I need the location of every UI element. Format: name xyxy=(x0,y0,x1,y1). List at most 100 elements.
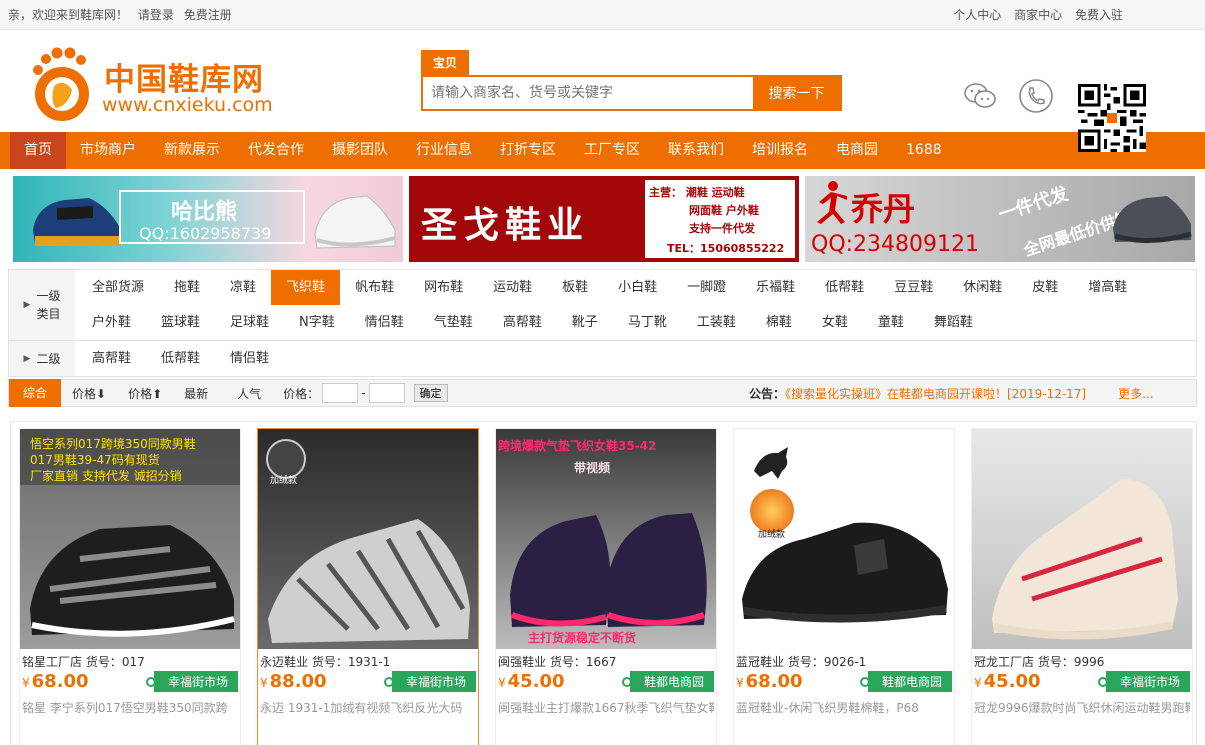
jordan-logo-icon xyxy=(817,181,847,224)
logo-chinese-name: 中国鞋库网 xyxy=(104,62,264,98)
sort-newest[interactable]: 最新 xyxy=(173,385,219,402)
product-card[interactable]: 跨境爆款气垫飞织女鞋35-42 带视频 主打货源稳定不断货 闽强鞋业 货号：16… xyxy=(495,428,717,745)
category-item[interactable]: 靴子 xyxy=(557,305,613,340)
category-item[interactable]: 低帮鞋 xyxy=(810,270,879,305)
category-item[interactable]: 皮鞋 xyxy=(1017,270,1073,305)
category-item[interactable]: 童鞋 xyxy=(863,305,919,340)
product-image[interactable] xyxy=(972,429,1192,649)
market-badge[interactable]: 鞋都电商园 xyxy=(621,670,714,692)
filter-level1-label: ▶ 一级 类目 xyxy=(9,270,75,340)
category-item[interactable]: 运动鞋 xyxy=(478,270,547,305)
nav-item-home[interactable]: 首页 xyxy=(10,132,66,169)
top-bar: 亲，欢迎来到鞋库网！ 请登录 免费注册 个人中心 商家中心 免费入驻 xyxy=(0,0,1205,30)
product-image[interactable]: 加绒款 xyxy=(734,429,954,649)
top-bar-left: 亲，欢迎来到鞋库网！ 请登录 免费注册 xyxy=(8,6,238,23)
nav-item-contact[interactable]: 联系我们 xyxy=(654,132,738,169)
category-item[interactable]: 情侣鞋 xyxy=(350,305,419,340)
market-badge[interactable]: 幸福街市场 xyxy=(383,670,476,692)
nav-item-ecommerce-park[interactable]: 电商园 xyxy=(822,132,892,169)
search-button[interactable]: 搜索一下 xyxy=(753,77,840,109)
product-store: 永迈鞋业 货号：1931-1 xyxy=(260,655,391,669)
category-item[interactable]: 全部货源 xyxy=(77,270,159,305)
subcategory-item[interactable]: 情侣鞋 xyxy=(215,341,284,376)
product-title[interactable]: 铭星 李宁系列017悟空男鞋350同款跨 xyxy=(22,699,238,716)
category-item[interactable]: 足球鞋 xyxy=(215,305,284,340)
ad-banners: 哈比熊 QQ:1602958739 圣戈鞋业 主营： 潮鞋 运动鞋 网面鞋 户外… xyxy=(0,169,1205,263)
nav-item-photography[interactable]: 摄影团队 xyxy=(318,132,402,169)
market-badge[interactable]: 鞋都电商园 xyxy=(859,670,952,692)
nav-item-merchants[interactable]: 市场商户 xyxy=(66,132,150,169)
product-title[interactable]: 闽强鞋业主打爆款1667秋季飞织气垫女鞋 xyxy=(498,699,714,716)
category-item-selected[interactable]: 飞织鞋 xyxy=(271,270,341,305)
sort-popular[interactable]: 人气 xyxy=(219,385,272,402)
sort-overall[interactable]: 综合 xyxy=(9,378,62,407)
category-item[interactable]: 乐福鞋 xyxy=(741,270,810,305)
product-title[interactable]: 蓝冠鞋业-休闲飞织男鞋棉鞋，P68 xyxy=(736,699,952,716)
banner-qiaodan[interactable]: 乔丹 QQ:234809121 一件代发 全网最低价供销 xyxy=(805,176,1195,262)
category-item[interactable]: 舞蹈鞋 xyxy=(919,305,988,340)
category-item[interactable]: 工装鞋 xyxy=(682,305,751,340)
market-badge[interactable]: 幸福街市场 xyxy=(145,670,238,692)
nav-item-factory[interactable]: 工厂专区 xyxy=(570,132,654,169)
banner-shengge[interactable]: 圣戈鞋业 主营： 潮鞋 运动鞋 网面鞋 户外鞋 支持一件代发 TEL：15060… xyxy=(409,176,799,262)
wechat-icon[interactable] xyxy=(962,78,998,114)
nav-item-industry-news[interactable]: 行业信息 xyxy=(402,132,486,169)
merchant-center-link[interactable]: 商家中心 xyxy=(1014,8,1062,22)
subcategory-item[interactable]: 低帮鞋 xyxy=(146,341,215,376)
market-badge[interactable]: 幸福街市场 xyxy=(1097,670,1190,692)
product-card[interactable]: 悟空系列017跨境350同款男鞋 017男鞋39-47码有现货 厂家直销 支持代… xyxy=(19,428,241,745)
category-item[interactable]: 板鞋 xyxy=(547,270,603,305)
category-item[interactable]: 气垫鞋 xyxy=(419,305,488,340)
search-input[interactable] xyxy=(423,77,753,109)
category-item[interactable]: 凉鞋 xyxy=(215,270,271,305)
category-item[interactable]: 豆豆鞋 xyxy=(879,270,948,305)
more-link[interactable]: 更多... xyxy=(1118,387,1153,401)
category-item[interactable]: 网布鞋 xyxy=(409,270,478,305)
price-confirm-button[interactable]: 确定 xyxy=(413,384,448,402)
category-item[interactable]: 女鞋 xyxy=(807,305,863,340)
register-link[interactable]: 免费注册 xyxy=(184,8,232,22)
product-price: ¥45.00 xyxy=(974,670,1041,692)
subcategory-item[interactable]: 高帮鞋 xyxy=(77,341,146,376)
nav-item-training[interactable]: 培训报名 xyxy=(738,132,822,169)
product-title[interactable]: 永迈 1931-1加绒有视频飞织反光大码 xyxy=(260,699,476,716)
category-item[interactable]: 增高鞋 xyxy=(1073,270,1142,305)
announcement-link[interactable]: 《搜索量化实操班》在鞋都电商园开课啦！[2019-12-17] xyxy=(785,387,1086,401)
category-item[interactable]: 篮球鞋 xyxy=(146,305,215,340)
product-image[interactable]: 悟空系列017跨境350同款男鞋 017男鞋39-47码有现货 厂家直销 支持代… xyxy=(20,429,240,649)
category-item[interactable]: 一脚蹬 xyxy=(672,270,741,305)
category-item[interactable]: 小白鞋 xyxy=(603,270,672,305)
login-link[interactable]: 请登录 xyxy=(138,8,174,22)
product-image[interactable]: 加绒款 xyxy=(258,429,478,649)
nav-item-discount[interactable]: 打折专区 xyxy=(486,132,570,169)
nav-item-new-arrivals[interactable]: 新款展示 xyxy=(150,132,234,169)
product-store: 铭星工厂店 货号：017 xyxy=(22,655,145,669)
price-min-input[interactable] xyxy=(322,383,359,403)
phone-icon[interactable] xyxy=(1018,78,1054,114)
category-item[interactable]: 马丁靴 xyxy=(613,305,682,340)
category-item[interactable]: N字鞋 xyxy=(284,305,350,340)
product-image[interactable]: 跨境爆款气垫飞织女鞋35-42 带视频 主打货源稳定不断货 xyxy=(496,429,716,649)
product-card[interactable]: 冠龙工厂店 货号：9996 ¥45.00 幸福街市场 冠龙9996爆款时尚飞织休… xyxy=(971,428,1193,745)
product-title[interactable]: 冠龙9996爆款时尚飞织休闲运动鞋男跑鞋 xyxy=(974,699,1190,716)
sort-price-desc[interactable]: 价格⬇ xyxy=(61,385,117,402)
banner-habixiong[interactable]: 哈比熊 QQ:1602958739 xyxy=(13,176,403,262)
sort-price-asc[interactable]: 价格⬆ xyxy=(117,385,173,402)
category-item[interactable]: 拖鞋 xyxy=(159,270,215,305)
personal-center-link[interactable]: 个人中心 xyxy=(953,8,1001,22)
nav-item-1688[interactable]: 1688 xyxy=(892,132,956,169)
price-range-label: 价格： xyxy=(283,386,320,401)
search-tab-product[interactable]: 宝贝 xyxy=(421,50,470,75)
filter-level2: ▶ 二级 高帮鞋 低帮鞋 情侣鞋 xyxy=(9,341,1196,376)
free-join-link[interactable]: 免费入驻 xyxy=(1075,8,1123,22)
category-item[interactable]: 休闲鞋 xyxy=(948,270,1017,305)
nav-item-dropship[interactable]: 代发合作 xyxy=(234,132,318,169)
category-item[interactable]: 高帮鞋 xyxy=(488,305,557,340)
site-logo[interactable]: 中国鞋库网 www.cnxieku.com xyxy=(28,36,288,126)
category-item[interactable]: 棉鞋 xyxy=(751,305,807,340)
price-max-input[interactable] xyxy=(368,383,405,403)
category-item[interactable]: 帆布鞋 xyxy=(340,270,409,305)
product-card[interactable]: 加绒款 永迈鞋业 货号：1931-1 ¥88.00 幸福街市场 永迈 1931-… xyxy=(257,428,479,745)
category-item[interactable]: 户外鞋 xyxy=(77,305,146,340)
product-card[interactable]: 加绒款 蓝冠鞋业 货号：9026-1 ¥68.00 鞋都电商园 蓝冠鞋业-休闲飞… xyxy=(733,428,955,745)
